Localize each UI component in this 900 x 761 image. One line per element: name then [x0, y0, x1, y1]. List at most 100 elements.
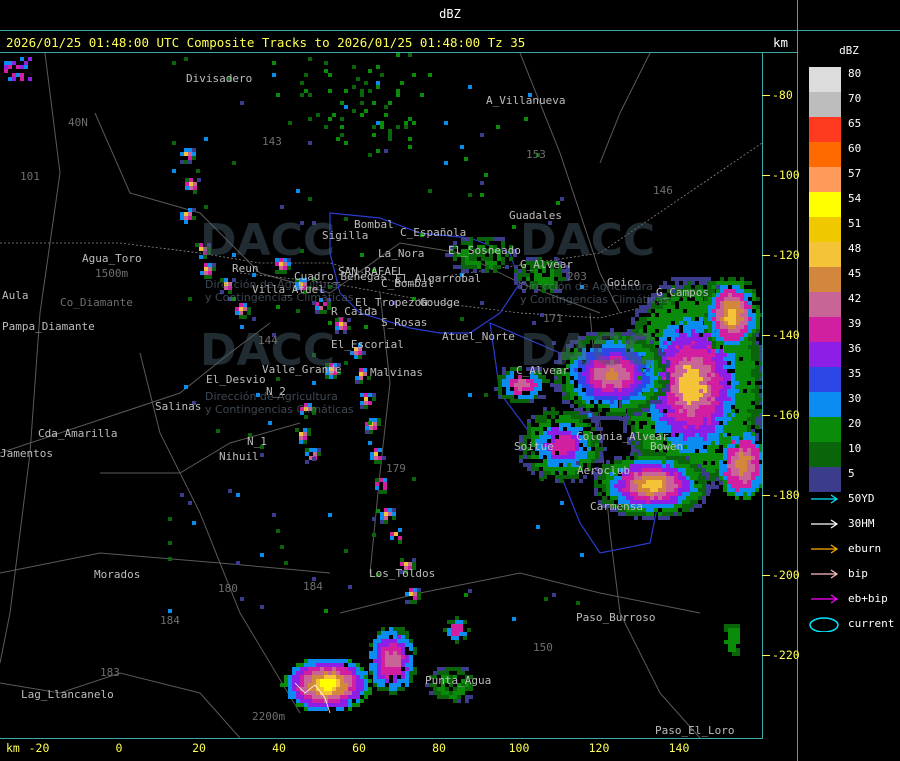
watermark-text: y Contingencias Climáticas	[205, 403, 354, 416]
legend-label: 36	[848, 342, 862, 355]
route-label: 1500m	[95, 267, 129, 280]
frame-divider-legend	[797, 0, 798, 761]
legend-swatch	[809, 67, 841, 92]
place-label: Guadales	[509, 209, 562, 222]
route-label: 150	[533, 641, 553, 654]
legend-item: 20	[809, 417, 899, 442]
place-label: C_Española	[400, 226, 467, 239]
track-legend-item: 50YD	[809, 491, 899, 507]
y-tick: -140	[762, 328, 800, 342]
legend-swatch	[809, 292, 841, 317]
route-label: 146	[653, 184, 673, 197]
legend-swatch	[809, 467, 841, 492]
legend-item: 35	[809, 367, 899, 392]
place-label: Malvinas	[370, 366, 423, 379]
y-axis-unit: km	[773, 35, 789, 50]
x-axis-line	[0, 738, 763, 739]
legend-title: dBZ	[839, 44, 859, 57]
legend-item: 80	[809, 67, 899, 92]
route-label: 101	[20, 170, 40, 183]
y-axis-line	[762, 53, 763, 739]
place-label: El_Desvio	[206, 373, 266, 386]
place-label: Divisadero	[186, 72, 253, 85]
x-axis-unit: km	[6, 741, 20, 755]
place-label: Agua_Toro	[82, 252, 142, 265]
place-label: Sigilla	[322, 229, 369, 242]
radar-map[interactable]	[0, 53, 762, 738]
legend-swatch	[809, 117, 841, 142]
legend-item: 65	[809, 117, 899, 142]
y-tick: -180	[762, 488, 800, 502]
legend-swatch	[809, 267, 841, 292]
place-label: Aula	[2, 289, 29, 302]
legend-item: 39	[809, 317, 899, 342]
window-title: dBZ	[439, 7, 461, 21]
track-legend-item: current	[809, 616, 899, 632]
place-label: Soitue	[514, 440, 554, 453]
legend-item: 48	[809, 242, 899, 267]
x-tick: 60	[352, 741, 366, 755]
place-label: Salinas	[155, 400, 202, 413]
legend-swatch	[809, 92, 841, 117]
arrow-icon	[811, 519, 839, 529]
legend-swatch	[809, 342, 841, 367]
place-label: C_Bombal	[381, 277, 434, 290]
legend-swatch	[809, 167, 841, 192]
legend-swatch	[809, 192, 841, 217]
route-label: 203	[567, 270, 587, 283]
legend-swatch	[809, 442, 841, 467]
place-label: Paso_El_Loro	[655, 724, 735, 737]
x-tick: -20	[28, 741, 50, 755]
place-label: El_Sosneado	[448, 244, 521, 257]
track-legend-item: 30HM	[809, 516, 899, 532]
place-label: S_Rosas	[381, 316, 428, 329]
legend-item: 30	[809, 392, 899, 417]
place-label: Colonia_Alvear	[576, 430, 669, 443]
legend-item: 57	[809, 167, 899, 192]
track-legend-label: 50YD	[848, 492, 875, 505]
legend-item: 45	[809, 267, 899, 292]
legend-item: 10	[809, 442, 899, 467]
legend-swatch	[809, 142, 841, 167]
route-label: 179	[386, 462, 406, 475]
place-label: Cda_Amarilla	[38, 427, 118, 440]
legend-item: 60	[809, 142, 899, 167]
place-label: Morados	[94, 568, 141, 581]
track-legend-label: current	[848, 617, 895, 630]
place-label: Jamentos	[0, 447, 53, 460]
y-tick: -100	[762, 168, 800, 182]
legend-label: 54	[848, 192, 862, 205]
legend-item: 5	[809, 467, 899, 492]
arrow-icon	[811, 544, 839, 554]
route-label: 153	[526, 148, 546, 161]
y-tick: -200	[762, 568, 800, 582]
legend-swatch	[809, 392, 841, 417]
legend-label: 60	[848, 142, 862, 155]
route-label: 180	[218, 582, 238, 595]
arrow-icon	[811, 494, 839, 504]
watermark-logo: DACC	[200, 215, 336, 266]
track-legend-label: bip	[848, 567, 868, 580]
legend-label: 20	[848, 417, 862, 430]
place-label: R_Caida	[331, 305, 378, 318]
track-legend-label: 30HM	[848, 517, 875, 530]
legend-label: 5	[848, 467, 855, 480]
x-tick: 100	[508, 741, 530, 755]
legend-swatch	[809, 217, 841, 242]
place-label: N_2	[266, 385, 286, 398]
legend-label: 39	[848, 317, 862, 330]
place-label: N_1	[247, 435, 267, 448]
track-legend-item: eburn	[809, 541, 899, 557]
watermark-text: y Contingencias Climáticas	[520, 293, 669, 306]
x-tick: 20	[192, 741, 206, 755]
place-label: Pampa_Diamante	[2, 320, 95, 333]
x-tick: 0	[115, 741, 123, 755]
legend-label: 30	[848, 392, 862, 405]
place-label: G_Alvear	[520, 258, 573, 271]
route-label: 184	[160, 614, 180, 627]
composite-tracks-header: 2026/01/25 01:48:00 UTC Composite Tracks…	[6, 35, 526, 50]
track-legend-label: eburn	[848, 542, 882, 555]
place-label: Co_Diamante	[60, 296, 133, 309]
place-label: La_Nora	[378, 247, 425, 260]
legend-swatch	[809, 242, 841, 267]
